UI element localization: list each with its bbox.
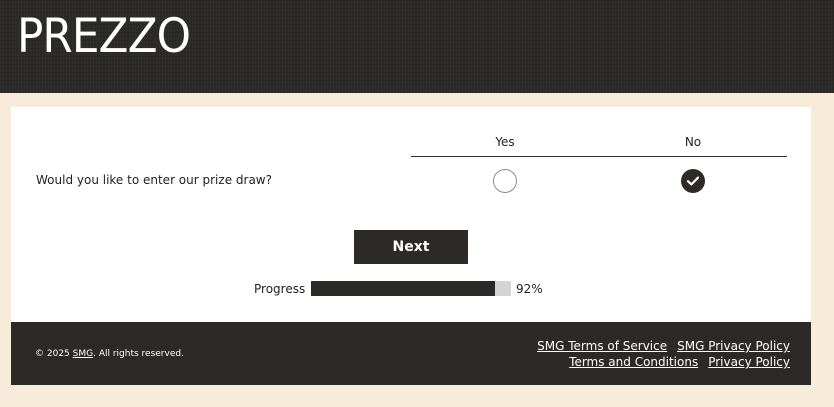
header-divider — [411, 156, 787, 157]
question-text: Would you like to enter our prize draw? — [36, 173, 272, 187]
survey-card: Yes No Would you like to enter our prize… — [11, 107, 811, 322]
footer-links-row-1: SMG Terms of Service SMG Privacy Policy — [527, 338, 790, 354]
progress-bar — [311, 281, 511, 296]
progress-label: Progress — [254, 282, 306, 296]
progress-percent: 92% — [516, 282, 543, 296]
smg-link[interactable]: SMG — [73, 349, 93, 359]
radio-no[interactable] — [681, 169, 705, 193]
prezzo-logo: PREZZO — [17, 9, 191, 64]
progress-fill — [311, 281, 495, 296]
footer-links-row-2: Terms and Conditions Privacy Policy — [527, 354, 790, 370]
privacy-policy-link[interactable]: Privacy Policy — [708, 355, 790, 369]
copyright-text: © 2025 SMG. All rights reserved. — [35, 349, 184, 359]
smg-terms-of-service-link[interactable]: SMG Terms of Service — [537, 339, 667, 353]
copyright-suffix: . All rights reserved. — [93, 349, 184, 359]
copyright-prefix: © 2025 — [35, 349, 73, 359]
radio-yes[interactable] — [493, 169, 517, 193]
checkmark-icon — [686, 176, 700, 186]
column-header-no: No — [684, 135, 702, 149]
footer-links: SMG Terms of Service SMG Privacy Policy T… — [527, 338, 790, 370]
site-footer: © 2025 SMG. All rights reserved. SMG Ter… — [11, 322, 811, 385]
smg-privacy-policy-link[interactable]: SMG Privacy Policy — [677, 339, 790, 353]
column-header-yes: Yes — [495, 135, 515, 149]
terms-and-conditions-link[interactable]: Terms and Conditions — [569, 355, 698, 369]
next-button[interactable]: Next — [354, 230, 468, 264]
site-header: PREZZO — [0, 0, 834, 93]
